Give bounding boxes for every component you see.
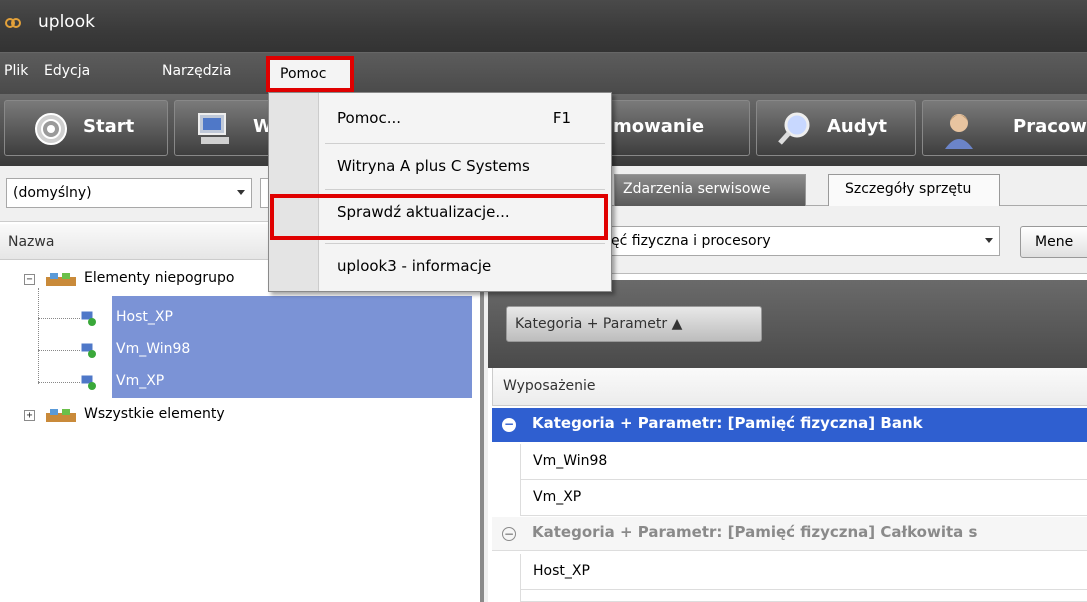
grid-header-label: Wyposażenie bbox=[503, 378, 596, 394]
column-name-label: Nazwa bbox=[8, 234, 55, 250]
menu-pomoc[interactable]: Pomoc bbox=[266, 56, 354, 92]
tab-service-events[interactable]: Zdarzenia serwisowe bbox=[614, 174, 806, 206]
table-row[interactable]: Host_XP bbox=[520, 554, 1087, 590]
planning-button-label: mowanie bbox=[613, 116, 705, 137]
person-icon bbox=[945, 114, 973, 149]
start-icon bbox=[35, 113, 67, 145]
tree-item-vm-xp[interactable]: Vm_XP bbox=[80, 371, 460, 393]
menu-gutter bbox=[269, 93, 319, 291]
menu-edycja[interactable]: Edycja bbox=[44, 63, 90, 79]
title-bar: uplook bbox=[0, 0, 1087, 52]
tree-group-label: Elementy niepogrupo bbox=[84, 270, 235, 286]
menu-item-label: uplook3 - informacje bbox=[337, 257, 492, 275]
start-button-label: Start bbox=[83, 116, 135, 137]
inventory-button[interactable]: W bbox=[174, 100, 274, 156]
table-row bbox=[520, 590, 1087, 602]
tree-line bbox=[38, 318, 80, 319]
group-chip[interactable]: Kategoria + Parametr ▲ bbox=[506, 306, 762, 342]
chevron-down-icon bbox=[237, 190, 245, 195]
table-cell: Vm_XP bbox=[533, 489, 582, 505]
view-combo-value: (domyślny) bbox=[13, 185, 92, 201]
planning-button[interactable]: mowanie bbox=[600, 100, 750, 156]
collapse-icon[interactable]: − bbox=[502, 527, 516, 541]
menu-separator bbox=[325, 243, 605, 244]
help-dropdown-menu: Pomoc... F1 Witryna A plus C Systems Spr… bbox=[268, 92, 612, 292]
menu-separator bbox=[325, 143, 605, 144]
menu-plik[interactable]: Plik bbox=[4, 63, 28, 79]
menu-narzedzia[interactable]: Narzędzia bbox=[162, 63, 231, 79]
tree-item-label: Host_XP bbox=[116, 309, 173, 325]
manage-button[interactable]: Mene bbox=[1020, 226, 1087, 258]
menu-separator bbox=[325, 189, 605, 190]
menu-pomoc-label: Pomoc bbox=[280, 66, 327, 82]
tab-label: Zdarzenia serwisowe bbox=[623, 181, 771, 197]
menu-item-website[interactable]: Witryna A plus C Systems bbox=[319, 149, 611, 189]
grid-group-label: Kategoria + Parametr: [Pamięć fizyczna] … bbox=[532, 523, 978, 541]
employees-button[interactable]: Pracow bbox=[922, 100, 1087, 156]
tab-label: Szczegóły sprzętu bbox=[845, 181, 972, 197]
tree-item-vm-win98[interactable]: Vm_Win98 bbox=[80, 339, 460, 361]
uplook-logo-icon bbox=[5, 18, 21, 28]
manage-button-label: Mene bbox=[1035, 234, 1074, 250]
menu-bar: Plik Edycja Narzędzia bbox=[0, 52, 1087, 94]
employees-button-label: Pracow bbox=[1013, 116, 1087, 137]
tree-item-label: Vm_Win98 bbox=[116, 341, 191, 357]
table-row[interactable]: Vm_Win98 bbox=[520, 444, 1087, 480]
expand-icon[interactable]: + bbox=[24, 410, 35, 421]
menu-item-label: Witryna A plus C Systems bbox=[337, 157, 530, 175]
grid-group-label: Kategoria + Parametr: [Pamięć fizyczna] … bbox=[532, 414, 923, 432]
tree-line bbox=[38, 288, 39, 384]
audit-button[interactable]: Audyt bbox=[756, 100, 916, 156]
grid-group-row[interactable]: − Kategoria + Parametr: [Pamięć fizyczna… bbox=[492, 408, 1087, 442]
menu-item-about[interactable]: uplook3 - informacje bbox=[319, 249, 611, 289]
collapse-icon[interactable]: − bbox=[24, 274, 35, 285]
magnifier-icon bbox=[778, 112, 810, 145]
tree-line bbox=[38, 350, 80, 351]
computer-icon bbox=[80, 310, 96, 326]
audit-button-label: Audyt bbox=[827, 116, 887, 137]
menu-item-label: Pomoc... bbox=[337, 109, 402, 127]
app-title: uplook bbox=[38, 12, 95, 32]
computer-icon bbox=[198, 113, 229, 144]
tree-group-label: Wszystkie elementy bbox=[84, 406, 225, 422]
shortcut-label: F1 bbox=[552, 109, 571, 127]
group-icon bbox=[46, 273, 76, 286]
tree-line bbox=[38, 382, 80, 383]
collapse-icon[interactable]: − bbox=[502, 418, 516, 432]
category-combo[interactable]: ęć fizyczna i procesory bbox=[604, 226, 1000, 256]
computer-icon bbox=[80, 342, 96, 358]
view-combo[interactable]: (domyślny) bbox=[6, 178, 252, 208]
table-cell: Host_XP bbox=[533, 563, 590, 579]
grid-group-row[interactable]: − Kategoria + Parametr: [Pamięć fizyczna… bbox=[492, 517, 1087, 551]
menu-item-help[interactable]: Pomoc... F1 bbox=[319, 99, 611, 139]
check-updates-highlight bbox=[270, 194, 608, 240]
tab-hardware-details[interactable]: Szczegóły sprzętu bbox=[828, 174, 1000, 206]
category-combo-value: ęć fizyczna i procesory bbox=[611, 233, 771, 249]
table-cell: Vm_Win98 bbox=[533, 453, 608, 469]
tree-item-host-xp[interactable]: Host_XP bbox=[80, 307, 460, 329]
chevron-down-icon bbox=[985, 238, 993, 243]
start-button[interactable]: Start bbox=[4, 100, 168, 156]
group-chip-label: Kategoria + Parametr ▲ bbox=[515, 316, 683, 332]
tree-item-label: Vm_XP bbox=[116, 373, 165, 389]
table-row[interactable]: Vm_XP bbox=[520, 480, 1087, 516]
tree-group-all[interactable]: + Wszystkie elementy bbox=[0, 404, 480, 426]
computer-icon bbox=[80, 374, 96, 390]
group-icon bbox=[46, 409, 76, 422]
grid-header[interactable]: Wyposażenie bbox=[492, 368, 1087, 406]
